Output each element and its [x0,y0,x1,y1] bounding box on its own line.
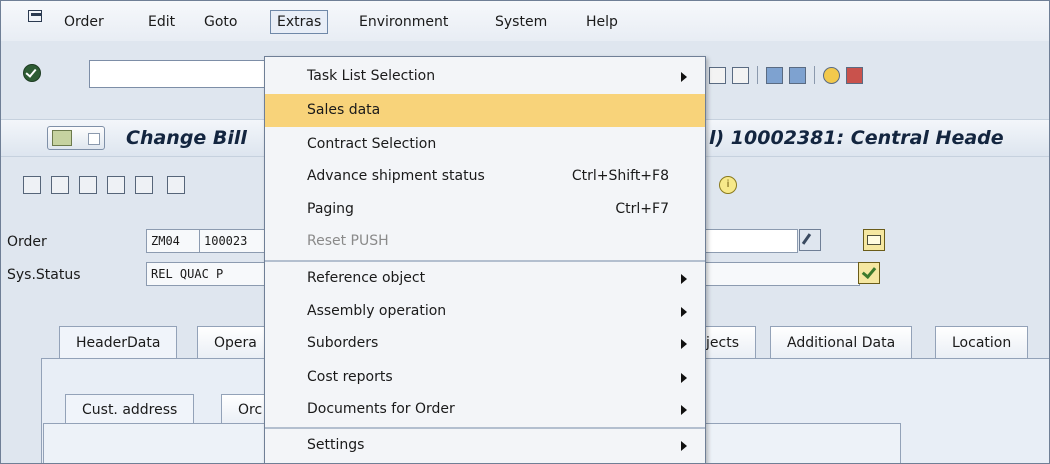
menu-environment[interactable]: Environment [359,13,448,31]
order-label: Order [7,234,47,250]
menu-item-label: Suborders [307,335,379,351]
menu-edit[interactable]: Edit [148,13,175,31]
menu-item-label: Sales data [307,102,381,118]
calculator-icon[interactable] [51,176,69,194]
menu-item-cost-reports[interactable]: Cost reports [265,361,705,394]
shortcut-icon[interactable] [789,66,806,84]
system-status-field: REL QUAC P [146,262,267,286]
menu-item-label: Cost reports [307,369,393,385]
edit-pen-icon[interactable] [799,229,821,251]
menu-goto[interactable]: Goto [204,13,237,31]
menu-order[interactable]: Order [64,13,104,31]
menu-item-label: Reference object [307,270,426,286]
tab-location[interactable]: Location [935,326,1029,359]
page-title-continued: l) 10002381: Central Heade [709,127,1004,149]
menu-item-shortcut: Ctrl+Shift+F8 [571,168,669,184]
chevron-down-icon [88,133,100,145]
submenu-arrow-icon [681,441,687,451]
page-title: Change Bill [126,127,247,149]
status-label: Sys.Status [7,267,81,283]
menu-item-advance-shipment-status[interactable]: Advance shipment status Ctrl+Shift+F8 [265,160,705,193]
subtab-cust-address[interactable]: Cust. address [65,394,195,425]
menu-item-documents-for-order[interactable]: Documents for Order [265,393,705,426]
find-next-icon[interactable] [732,66,749,84]
menu-item-label: Settings [307,437,365,453]
services-icon [52,130,72,146]
toolbar-icon-group [709,66,863,84]
system-menu-icon[interactable] [28,10,42,22]
menu-item-label: Advance shipment status [307,168,485,184]
extras-dropdown-menu: Task List Selection Sales data Contract … [264,56,706,463]
menu-item-label: Assembly operation [307,303,447,319]
flag-icon[interactable] [135,176,153,194]
menu-item-shortcut: Ctrl+F7 [615,201,669,217]
tab-headerdata[interactable]: HeaderData [59,326,178,359]
components-icon[interactable] [79,176,97,194]
submenu-arrow-icon [681,373,687,383]
menu-extras[interactable]: Extras [270,10,329,34]
menu-item-label: Reset PUSH [307,233,389,249]
menu-bar: Order Edit Goto Extras Environment Syste… [1,1,1049,41]
menu-item-paging[interactable]: Paging Ctrl+F7 [265,193,705,226]
menu-item-reference-object[interactable]: Reference object [265,262,705,295]
header-icon[interactable] [23,176,41,194]
menu-help[interactable]: Help [586,13,618,31]
submenu-arrow-icon [681,274,687,284]
release-icon[interactable] [167,176,185,194]
command-field[interactable] [89,60,281,88]
tab-additional-data[interactable]: Additional Data [770,326,913,359]
folder-icon[interactable] [863,229,885,251]
toolbar-separator [814,66,815,84]
menu-item-label: Contract Selection [307,136,437,152]
submenu-arrow-icon [681,405,687,415]
submenu-arrow-icon [681,339,687,349]
title-menu-button[interactable] [47,126,105,150]
menu-item-sales-data[interactable]: Sales data [265,94,705,127]
submenu-arrow-icon [681,72,687,82]
menu-item-label: Paging [307,201,354,217]
submenu-arrow-icon [681,307,687,317]
menu-item-label: Documents for Order [307,401,455,417]
sap-window: Order Edit Goto Extras Environment Syste… [0,0,1050,464]
help-icon[interactable] [823,66,840,84]
user-status-field [704,262,860,286]
order-type-field[interactable]: ZM04 [146,229,200,253]
costs-icon[interactable] [107,176,125,194]
info-icon[interactable]: i [719,176,737,194]
enter-checkmark-icon[interactable] [23,64,41,82]
toolbar-separator [757,66,758,84]
menu-item-assembly-operation[interactable]: Assembly operation [265,295,705,328]
menu-item-settings[interactable]: Settings [265,429,705,462]
tab-operations[interactable]: Opera [197,326,274,359]
menu-item-contract-selection[interactable]: Contract Selection [265,128,705,161]
menu-item-suborders[interactable]: Suborders [265,327,705,360]
menu-item-task-list-selection[interactable]: Task List Selection [265,60,705,93]
order-number-field[interactable]: 100023 [199,229,267,253]
status-check-icon[interactable] [858,262,880,284]
create-session-icon[interactable] [766,66,783,84]
find-icon[interactable] [709,66,726,84]
order-description-field[interactable] [704,229,798,253]
menu-item-reset-push: Reset PUSH [265,225,705,258]
menu-system[interactable]: System [495,13,547,31]
layout-menu-icon[interactable] [846,66,863,84]
menu-item-label: Task List Selection [307,68,436,84]
